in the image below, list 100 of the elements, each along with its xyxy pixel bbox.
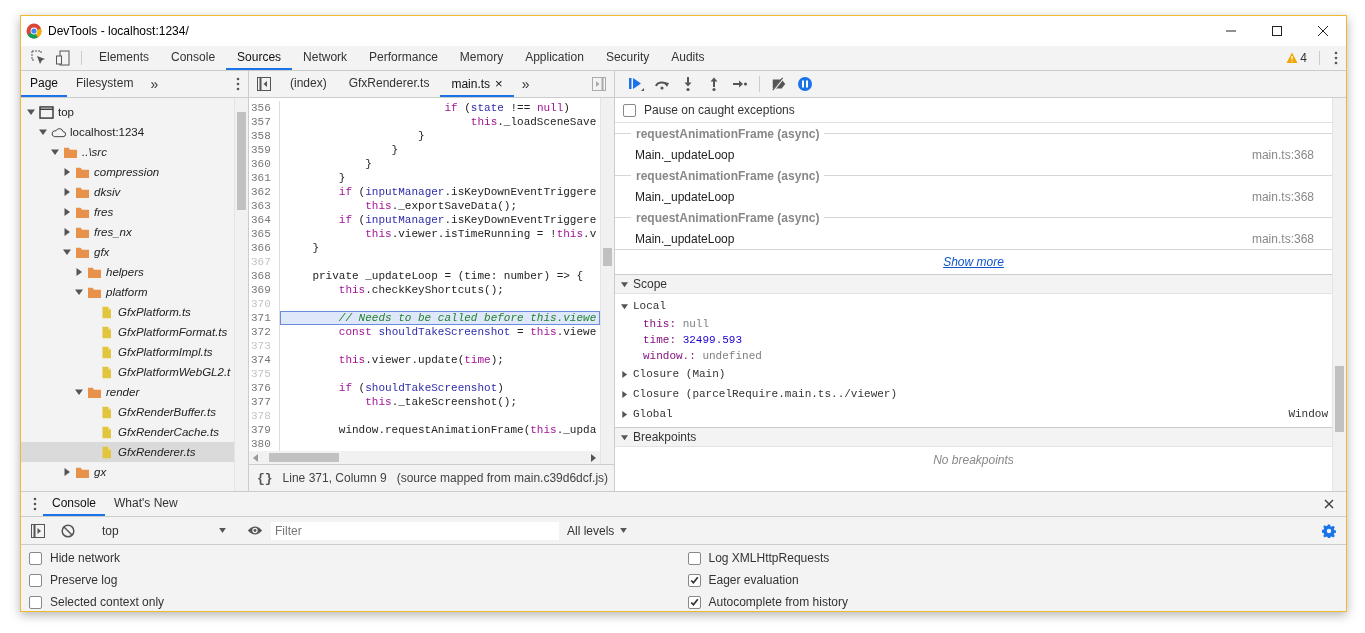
scrollbar[interactable] [600,98,614,464]
expand-arrow-icon[interactable] [63,228,71,236]
checkbox[interactable] [29,573,42,587]
expand-arrow-icon[interactable] [75,388,83,396]
tree-item[interactable]: helpers [106,266,144,278]
checkbox[interactable] [687,595,701,609]
expand-arrow-icon[interactable] [63,188,71,196]
panel-tab[interactable]: Elements [88,46,161,70]
tree-item[interactable]: localhost:1234 [70,126,145,138]
navigator-tab[interactable]: Page [21,71,68,97]
panel-tab[interactable]: Console [160,46,227,70]
file-tab[interactable]: GfxRenderer.ts [337,71,441,97]
line-number[interactable]: 365 [249,227,280,241]
more-options-icon[interactable] [33,497,37,511]
tree-item[interactable]: GfxPlatformFormat.ts [118,326,228,338]
scope-item[interactable]: Local [633,300,666,312]
section-header[interactable]: Breakpoints [615,427,1332,447]
expand-arrow-icon[interactable] [621,390,628,398]
tree-item[interactable]: gfx [94,246,110,258]
expand-arrow-icon[interactable] [63,208,71,216]
expand-arrow-icon[interactable] [63,168,71,176]
line-number[interactable]: 364 [249,213,280,227]
expand-arrow-icon[interactable] [621,410,628,418]
tree-item[interactable]: dksiv [94,186,121,198]
clear-console-icon[interactable] [61,523,75,538]
expand-arrow-icon[interactable] [75,268,83,276]
tree-item[interactable]: platform [106,286,148,298]
checkbox[interactable] [687,573,701,587]
scrollbar[interactable] [269,453,339,462]
close-icon[interactable] [1318,26,1328,36]
panel-tab[interactable]: Memory [448,46,515,70]
expand-arrow-icon[interactable] [63,468,71,476]
device-icon[interactable] [55,50,71,66]
expand-arrow-icon[interactable] [27,108,35,116]
line-number[interactable]: 374 [249,353,280,367]
scroll-arrow-icon[interactable] [590,453,596,462]
line-number[interactable]: 357 [249,115,280,129]
tree-item[interactable]: GfxRenderer.ts [118,446,196,458]
settings-icon[interactable] [1322,523,1336,538]
line-number[interactable]: 362 [249,185,280,199]
source-location[interactable]: main.ts:368 [1251,147,1314,162]
section-header[interactable]: Scope [615,274,1332,294]
tree-item[interactable]: GfxPlatformWebGL2.t [118,366,231,378]
panel-tab[interactable]: Security [594,46,661,70]
checkbox[interactable] [29,595,42,609]
line-number[interactable]: 359 [249,143,280,157]
resume-icon[interactable] [628,76,644,92]
scrollbar[interactable] [234,98,248,491]
sidebar-toggle-icon[interactable] [257,77,271,91]
line-number[interactable]: 356 [249,101,280,115]
expand-arrow-icon[interactable] [621,370,628,378]
panel-tab[interactable]: Performance [358,46,449,70]
expand-arrow-icon[interactable] [63,248,71,256]
scope-item[interactable]: Global [633,408,673,420]
more-tabs-button[interactable]: » [142,71,167,97]
checkbox[interactable] [623,103,636,117]
line-number[interactable]: 368 [249,269,280,283]
line-number[interactable]: 369 [249,283,280,297]
line-number[interactable]: 363 [249,199,280,213]
line-number[interactable]: 361 [249,171,280,185]
function-name[interactable]: Main._updateLoop [635,147,735,162]
line-number[interactable]: 360 [249,157,280,171]
more-options-icon[interactable] [1334,51,1338,65]
show-more-link[interactable]: Show more [943,255,1004,269]
tree-item[interactable]: fres [94,206,114,218]
scrollbar[interactable] [1332,98,1346,491]
drawer-tab[interactable]: Console [43,492,106,516]
maximize-icon[interactable] [1272,26,1282,36]
expand-arrow-icon[interactable] [75,288,83,296]
tree-item[interactable]: GfxPlatformImpl.ts [118,346,213,358]
scope-item[interactable]: Closure (parcelRequire.main.ts../viewer) [633,388,898,400]
sidebar-toggle-icon[interactable] [592,77,606,91]
expand-arrow-icon[interactable] [39,128,47,136]
panel-tab[interactable]: Application [514,46,595,70]
tree-item[interactable]: compression [94,166,160,178]
function-name[interactable]: Main._updateLoop [635,231,735,246]
line-number[interactable]: 366 [249,241,280,255]
inspect-icon[interactable] [31,50,47,66]
checkbox[interactable] [29,551,42,565]
source-location[interactable]: main.ts:368 [1251,231,1314,246]
close-icon[interactable] [1324,499,1334,509]
scope-item[interactable]: Closure (Main) [633,368,726,380]
panel-tab[interactable]: Network [292,46,359,70]
context-select[interactable]: top [96,523,232,538]
tree-item[interactable]: GfxRenderBuffer.ts [118,406,216,418]
source-location[interactable]: main.ts:368 [1251,189,1314,204]
expand-arrow-icon[interactable] [51,148,59,156]
tree-item[interactable]: GfxRenderCache.ts [118,426,219,438]
sidebar-toggle-icon[interactable] [31,523,45,538]
filter-field[interactable]: Filter [271,521,559,540]
eye-icon[interactable] [247,525,263,536]
more-tabs-button[interactable]: » [513,71,538,97]
panel-tab[interactable]: Audits [660,46,716,70]
drawer-tab[interactable]: What's New [105,492,187,516]
tree-item[interactable]: render [106,386,140,398]
navigator-tab[interactable]: Filesystem [67,71,143,97]
pause-on-exceptions-icon[interactable] [797,76,813,92]
line-number[interactable]: 376 [249,381,280,395]
file-tab[interactable]: (index) [279,71,338,97]
line-number[interactable]: 377 [249,395,280,409]
